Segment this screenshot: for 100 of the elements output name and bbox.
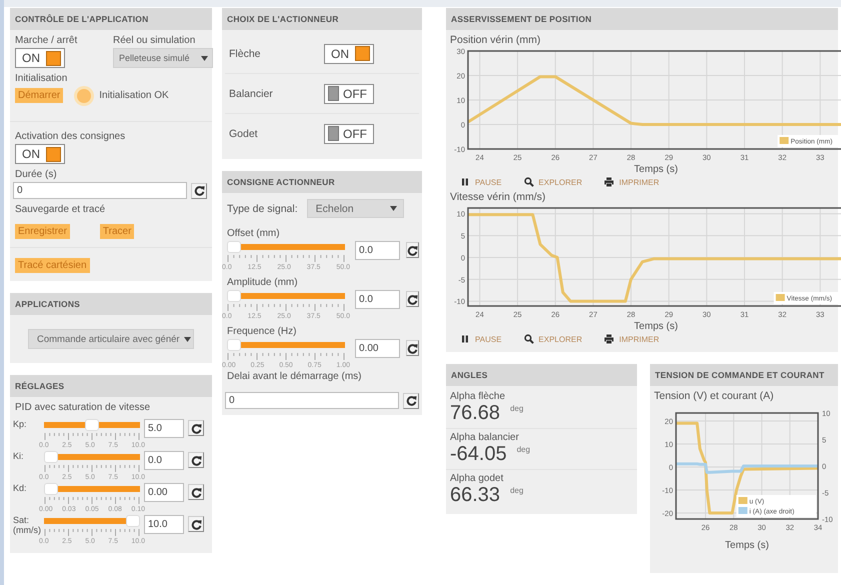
field-label: Flèche [229, 48, 262, 60]
chart-title: Tension (V) et courant (A) [654, 390, 775, 402]
refresh-button[interactable] [188, 420, 204, 436]
pause-icon [460, 177, 470, 187]
refresh-icon [190, 422, 202, 434]
refresh-icon [194, 185, 204, 196]
slider-thumb[interactable] [227, 241, 241, 253]
angle-value: -64.05 [450, 443, 507, 465]
slider-track[interactable] [44, 451, 140, 463]
search-icon [524, 334, 534, 344]
refresh-icon [190, 518, 202, 530]
field-label: Alpha balancier [450, 432, 520, 443]
legend-background [774, 292, 841, 304]
panel-header: ASSERVISSEMENT DE POSITION [446, 8, 838, 30]
input-field[interactable]: 10.0 [144, 515, 184, 534]
printer-icon [604, 177, 614, 187]
toggle-switch[interactable]: ON [324, 44, 374, 64]
toggle-switch[interactable]: ON [15, 144, 65, 164]
axis-title: Temps (s) [634, 164, 678, 175]
field-label: Kp: [13, 419, 28, 429]
input-field[interactable]: 0.00 [355, 339, 400, 358]
toggle-switch[interactable]: OFF [324, 124, 374, 144]
field-label: Alpha flèche [450, 391, 506, 402]
panel-header: APPLICATIONS [10, 293, 212, 315]
refresh-button[interactable] [406, 291, 419, 307]
caret-icon [390, 206, 397, 211]
slider-track[interactable] [44, 419, 140, 431]
status-text: Initialisation OK [99, 90, 169, 101]
refresh-icon [406, 395, 416, 406]
field-label: Offset (mm) [227, 228, 281, 239]
field-label: Balancier [229, 88, 274, 100]
panel-header: RÉGLAGES [10, 375, 212, 397]
field-label: Ki: [13, 451, 25, 461]
field-label: Type de signal: [227, 202, 298, 214]
refresh-button[interactable] [188, 452, 204, 468]
toggle-switch[interactable]: ON [15, 48, 65, 68]
refresh-button[interactable] [406, 340, 419, 356]
slider-thumb[interactable] [126, 515, 140, 527]
toggle-switch[interactable]: OFF [324, 84, 374, 104]
slider-track[interactable] [44, 483, 140, 495]
field-label: Frequence (Hz) [227, 326, 298, 337]
input-field[interactable]: 0.0 [355, 241, 400, 260]
field-label: Marche / arrêt [15, 35, 78, 46]
slider-thumb[interactable] [44, 451, 58, 463]
field-label: Alpha godet [450, 473, 504, 484]
slider-track[interactable] [227, 241, 345, 253]
slider-thumb[interactable] [227, 290, 241, 302]
panel-header: CHOIX DE L'ACTIONNEUR [222, 8, 422, 30]
field-label: Sat: (mm/s) [13, 515, 40, 535]
refresh-icon [407, 342, 418, 354]
caret-icon [201, 56, 208, 60]
dropdown[interactable]: Pelleteuse simulé [113, 48, 213, 68]
refresh-button[interactable] [403, 392, 419, 408]
input-field[interactable]: 0.0 [144, 451, 184, 470]
field-label: Initialisation [15, 73, 68, 84]
panel-header: CONTRÔLE DE L'APPLICATION [10, 8, 212, 30]
input-field[interactable]: 0 [13, 182, 187, 199]
input-field[interactable]: 0.0 [355, 290, 400, 309]
slider-track[interactable] [227, 290, 345, 302]
refresh-icon [407, 244, 418, 256]
refresh-icon [407, 294, 418, 304]
panel-header: TENSION DE COMMANDE ET COURANT [650, 364, 838, 386]
unit-label: deg [510, 404, 524, 413]
dropdown[interactable]: Commande articulaire avec génér [28, 329, 194, 349]
refresh-button[interactable] [188, 516, 204, 532]
refresh-button[interactable] [191, 182, 207, 198]
input-field[interactable]: 0.00 [144, 483, 184, 502]
unit-label: deg [516, 445, 530, 454]
field-label: Kd: [13, 483, 28, 493]
refresh-button[interactable] [188, 484, 204, 500]
chart-title: Vitesse vérin (mm/s) [450, 191, 546, 203]
input-field[interactable]: 0 [225, 392, 399, 409]
axis-title: Temps (s) [725, 540, 769, 551]
refresh-button[interactable] [406, 242, 419, 258]
search-icon [524, 177, 534, 187]
field-label: Activation des consignes [15, 131, 126, 142]
legend-background [778, 135, 841, 147]
field-label: Sauvegarde et tracé [15, 204, 106, 215]
slider-thumb[interactable] [227, 339, 241, 351]
field-label: Delai avant le démarrage (ms) [227, 371, 362, 382]
refresh-icon [190, 454, 202, 466]
refresh-icon [190, 486, 202, 498]
slider-thumb[interactable] [85, 419, 99, 431]
pause-icon [460, 334, 470, 344]
panel-header: CONSIGNE ACTIONNEUR [222, 171, 422, 193]
field-label: Godet [229, 128, 259, 140]
panel-header: ANGLES [446, 364, 637, 386]
field-label: Durée (s) [15, 169, 58, 180]
printer-icon [604, 334, 614, 344]
slider-track[interactable] [44, 515, 140, 527]
unit-label: deg [510, 486, 524, 495]
axis-title: Temps (s) [634, 321, 678, 332]
panel-subtitle: PID avec saturation de vitesse [15, 402, 152, 413]
field-label: Amplitude (mm) [227, 277, 299, 288]
dropdown[interactable]: Echelon [306, 199, 404, 218]
chart-title: Position vérin (mm) [450, 34, 542, 46]
caret-icon [184, 336, 191, 342]
slider-thumb[interactable] [44, 483, 58, 495]
input-field[interactable]: 5.0 [144, 419, 184, 438]
slider-track[interactable] [227, 339, 345, 351]
